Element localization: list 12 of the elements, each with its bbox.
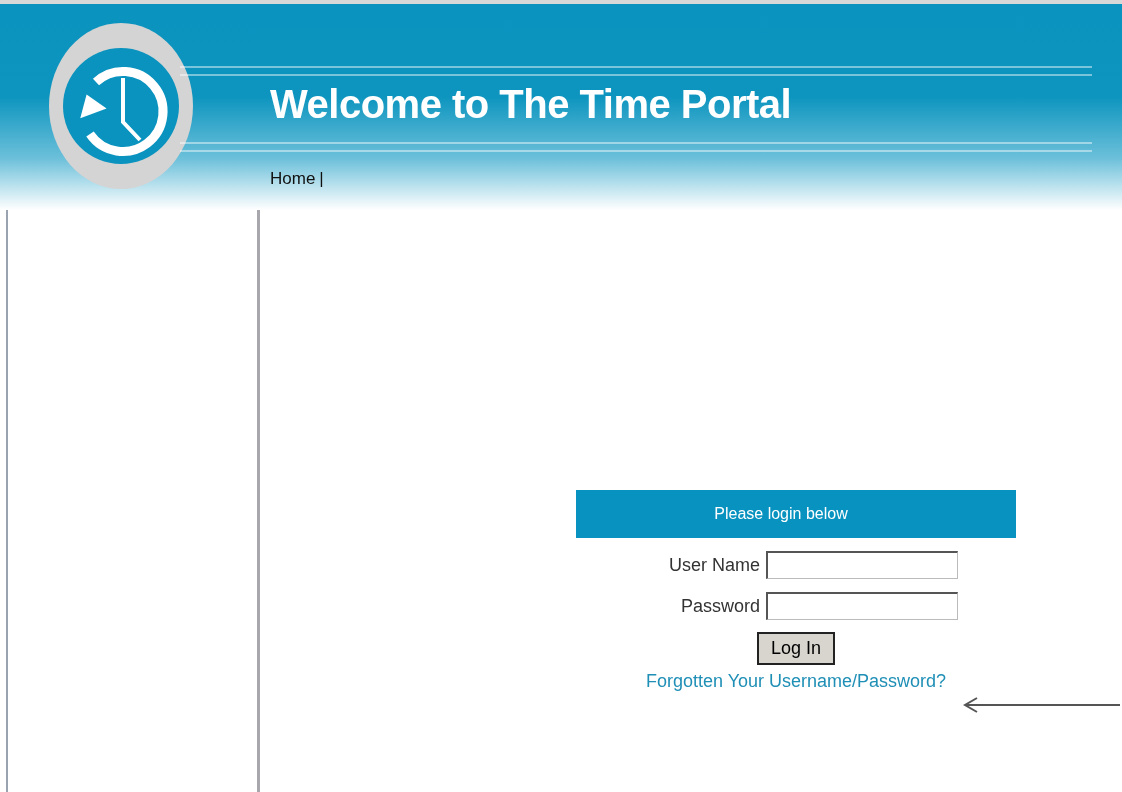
input-field[interactable] <box>766 551 958 579</box>
login-button[interactable]: Log In <box>756 632 835 665</box>
page-title: Welcome to The Time Portal <box>270 82 792 127</box>
input-field[interactable] <box>766 592 958 620</box>
forgot-password-link[interactable]: Forgotten Your Username/Password? <box>645 671 947 692</box>
field-label: User Name <box>667 554 760 576</box>
field-label: Password <box>679 595 760 617</box>
login-heading: Please login below <box>576 490 1016 538</box>
nav-separator: | <box>319 169 324 189</box>
home-link[interactable]: Home <box>270 169 316 189</box>
clock-logo-icon <box>48 22 194 190</box>
arrow-icon <box>962 695 1122 715</box>
